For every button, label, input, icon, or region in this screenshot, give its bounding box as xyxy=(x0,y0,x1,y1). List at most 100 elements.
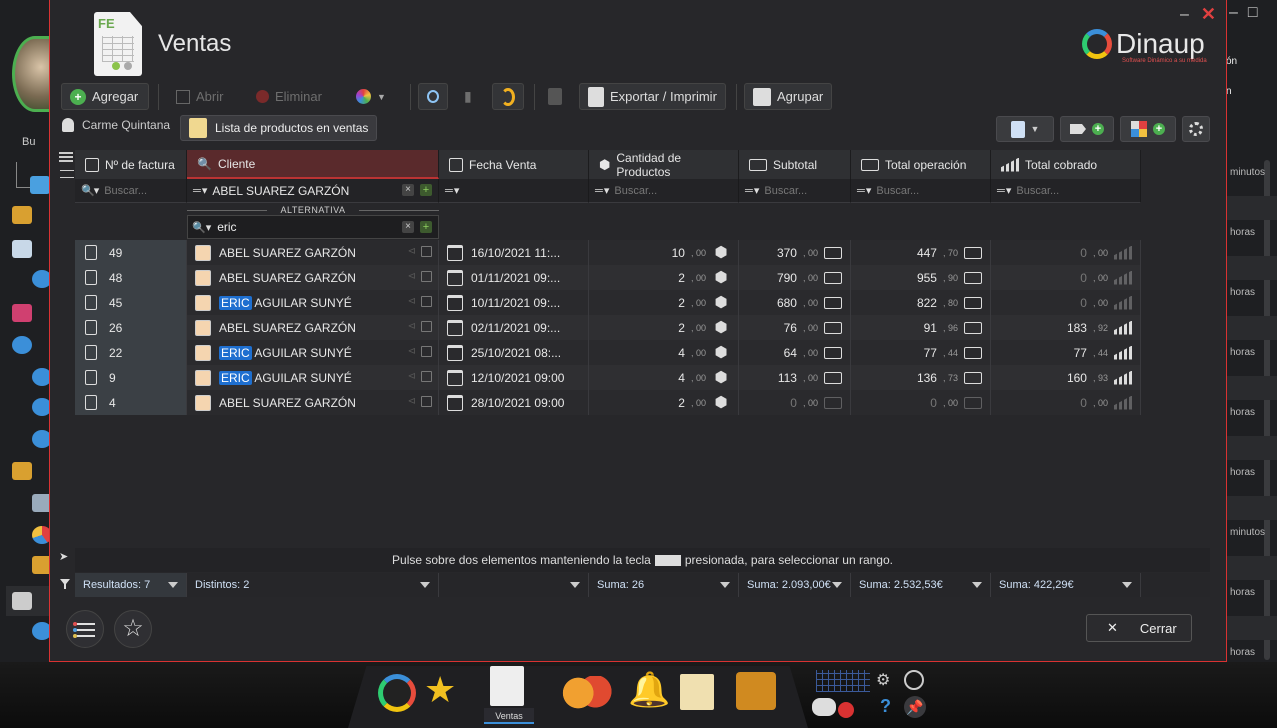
chat-icon[interactable] xyxy=(560,676,612,710)
open-button[interactable]: Abrir xyxy=(168,83,231,110)
link-icon[interactable]: ⊲ xyxy=(408,296,416,307)
cloud-icon[interactable] xyxy=(812,698,836,716)
table-row[interactable]: 45 ERIC AGUILAR SUNYÉ ⊲ 10/11/2021 09:... 2,… xyxy=(75,290,1141,315)
link-icon[interactable]: ⊲ xyxy=(408,346,416,357)
column-header-total[interactable]: Total operación xyxy=(851,150,991,179)
star-icon[interactable]: ★ xyxy=(424,670,464,712)
product-list-button[interactable]: Lista de productos en ventas xyxy=(180,115,378,141)
summary-value: Suma: 26 xyxy=(597,579,645,591)
favorites-button[interactable]: ☆ xyxy=(114,610,152,648)
column-chooser-icon[interactable] xyxy=(59,150,75,164)
link-icon[interactable]: ⊲ xyxy=(408,271,416,282)
export-button[interactable]: Exportar / Imprimir xyxy=(579,83,726,110)
table-row[interactable]: 9 ERIC AGUILAR SUNYÉ ⊲ 12/10/2021 09:00 4, 0… xyxy=(75,365,1141,390)
quantity-int: 2 xyxy=(678,270,685,285)
column-header-invoice[interactable]: Nº de factura xyxy=(75,150,187,179)
external-link-icon[interactable] xyxy=(421,371,432,382)
date-cell: 25/10/2021 08:... xyxy=(439,340,589,365)
link-icon[interactable]: ⊲ xyxy=(408,246,416,257)
column-header-date[interactable]: Fecha Venta xyxy=(439,150,589,179)
summary-quantity[interactable]: Suma: 26 xyxy=(589,573,739,597)
external-link-icon[interactable] xyxy=(421,246,432,257)
summary-paid[interactable]: Suma: 422,29€ xyxy=(991,573,1141,597)
summary-date[interactable] xyxy=(439,573,589,597)
link-icon[interactable]: ⊲ xyxy=(408,321,416,332)
list-view-button[interactable] xyxy=(66,610,104,648)
link-icon[interactable]: ⊲ xyxy=(408,396,416,407)
maximize-icon[interactable]: □ xyxy=(1248,4,1258,22)
clock-icon[interactable] xyxy=(904,670,924,690)
trash-button[interactable]: ▮ xyxy=(456,83,480,110)
total-int: 91 xyxy=(923,320,937,335)
column-header-quantity[interactable]: ⬢ Cantidad de Productos xyxy=(589,150,739,179)
document-icon xyxy=(1010,120,1025,138)
calendar-grid-icon[interactable] xyxy=(816,670,870,692)
external-link-icon[interactable] xyxy=(421,396,432,407)
external-link-icon[interactable] xyxy=(421,321,432,332)
summary-total[interactable]: Suma: 2.532,53€ xyxy=(851,573,991,597)
filter-quantity[interactable]: ═ ▾ Buscar... xyxy=(589,179,739,203)
expand-icon[interactable] xyxy=(60,170,74,178)
summary-subtotal[interactable]: Suma: 2.093,00€ xyxy=(739,573,851,597)
plus-icon[interactable]: + xyxy=(420,221,432,233)
filter-paid[interactable]: ═ ▾ Buscar... xyxy=(991,179,1141,203)
close-icon[interactable]: ✕ xyxy=(1201,4,1216,25)
table-row[interactable]: 26 ABEL SUAREZ GARZÓN ⊲ 02/11/2021 09:... 2,… xyxy=(75,315,1141,340)
help-icon[interactable]: ? xyxy=(880,696,896,716)
table-row[interactable]: 22 ERIC AGUILAR SUNYÉ ⊲ 25/10/2021 08:... 4,… xyxy=(75,340,1141,365)
document-menu-button[interactable]: ▼ xyxy=(996,116,1054,142)
add-tag-button[interactable]: + xyxy=(1060,116,1114,142)
gear-icon[interactable]: ⚙ xyxy=(876,670,896,690)
alternative-filter[interactable]: 🔍▾ eric × + xyxy=(187,215,439,239)
refresh-button[interactable] xyxy=(492,83,524,110)
external-link-icon[interactable] xyxy=(421,296,432,307)
link-icon[interactable]: ⊲ xyxy=(408,371,416,382)
cart-icon[interactable] xyxy=(12,592,32,610)
settings-button[interactable] xyxy=(1182,116,1210,142)
pin-icon[interactable]: 📌 xyxy=(904,696,926,718)
summary-results[interactable]: Resultados: 7 xyxy=(75,573,187,597)
client-name: ABEL SUAREZ GARZÓN xyxy=(219,271,356,285)
filter-icon[interactable] xyxy=(60,579,70,589)
add-button[interactable]: + Agregar xyxy=(61,83,149,110)
delete-button[interactable]: Eliminar xyxy=(248,83,330,110)
invoice-number: 26 xyxy=(109,320,123,335)
calendar-icon xyxy=(447,244,463,261)
filter-invoice[interactable]: 🔍▾ Buscar... xyxy=(75,179,187,203)
notes-icon[interactable] xyxy=(680,674,714,710)
error-icon[interactable] xyxy=(838,702,854,718)
column-header-paid[interactable]: Total cobrado xyxy=(991,150,1141,179)
chevron-down-icon xyxy=(570,582,580,588)
filter-date[interactable]: ═ ▾ xyxy=(439,179,589,203)
add-color-button[interactable]: + xyxy=(1120,116,1176,142)
close-button[interactable]: ✕ Cerrar xyxy=(1086,614,1192,642)
external-link-icon[interactable] xyxy=(421,271,432,282)
color-filter-button[interactable]: ▼ xyxy=(348,83,394,110)
plus-icon[interactable]: + xyxy=(420,184,432,196)
clear-icon[interactable]: × xyxy=(402,184,414,196)
client-name: ABEL SUAREZ GARZÓN xyxy=(219,396,356,410)
paid-int: 183 xyxy=(1066,320,1087,335)
scrollbar[interactable] xyxy=(1264,160,1270,660)
invoice-app-icon[interactable] xyxy=(490,666,524,706)
dinaup-cog-icon[interactable] xyxy=(378,674,416,712)
column-header-client[interactable]: 🔍 Cliente xyxy=(187,150,439,179)
filter-subtotal[interactable]: ═ ▾ Buscar... xyxy=(739,179,851,203)
wallet-icon[interactable] xyxy=(736,672,776,710)
table-row[interactable]: 49 ABEL SUAREZ GARZÓN ⊲ 16/10/2021 11:... 10… xyxy=(75,240,1141,265)
summary-distinct[interactable]: Distintos: 2 xyxy=(187,573,439,597)
external-link-icon[interactable] xyxy=(421,346,432,357)
table-row[interactable]: 4 ABEL SUAREZ GARZÓN ⊲ 28/10/2021 09:00 2, 0… xyxy=(75,390,1141,415)
current-user[interactable]: Carme Quintana xyxy=(62,118,170,132)
filter-total[interactable]: ═ ▾ Buscar... xyxy=(851,179,991,203)
filter-client[interactable]: ═ ▾ ABEL SUAREZ GARZÓN × + xyxy=(187,179,439,203)
clear-icon[interactable]: × xyxy=(402,221,414,233)
bell-icon[interactable]: 🔔 xyxy=(628,670,670,712)
table-row[interactable]: 48 ABEL SUAREZ GARZÓN ⊲ 01/11/2021 09:... 2,… xyxy=(75,265,1141,290)
minimize-icon[interactable]: – xyxy=(1180,6,1189,24)
search-button[interactable] xyxy=(418,83,448,110)
column-header-subtotal[interactable]: Subtotal xyxy=(739,150,851,179)
group-button[interactable]: Agrupar xyxy=(744,83,833,110)
minimize-icon[interactable]: – xyxy=(1229,4,1238,22)
copy-button[interactable] xyxy=(540,83,570,110)
